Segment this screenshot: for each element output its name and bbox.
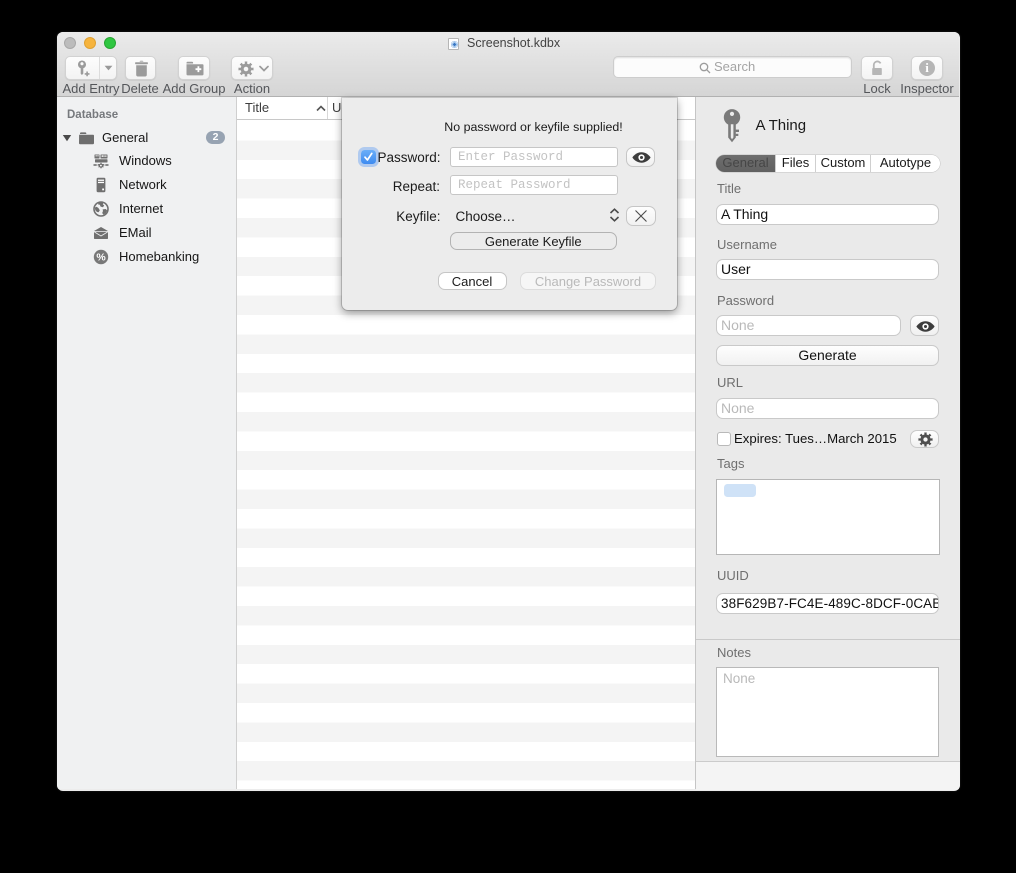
svg-text:%: %	[96, 252, 106, 264]
